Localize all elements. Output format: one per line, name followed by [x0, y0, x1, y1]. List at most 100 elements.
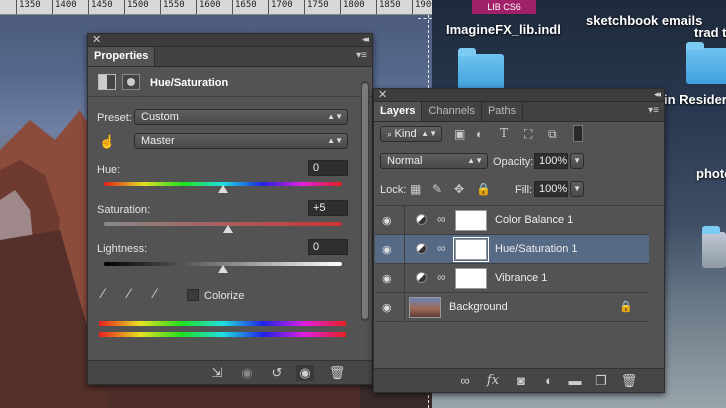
row-divider — [404, 206, 405, 235]
trash-icon[interactable]: 🗑 — [620, 373, 638, 389]
filter-toggle[interactable] — [573, 125, 583, 142]
ruler-tick: 1500 — [124, 0, 149, 14]
clip-to-layer-icon[interactable]: ⇲ — [208, 365, 226, 381]
opacity-field[interactable]: 100% — [534, 153, 568, 169]
eyedropper-icon[interactable]: ⁄ — [102, 285, 104, 301]
tab-paths[interactable]: Paths — [482, 102, 524, 121]
folder-icon[interactable] — [458, 48, 504, 90]
layer-name: Color Balance 1 — [495, 214, 574, 226]
new-adjustment-icon[interactable]: ◐ — [540, 373, 558, 388]
preset-dropdown[interactable]: Custom ▲▼ — [134, 109, 348, 125]
link-layers-icon[interactable]: ∞ — [456, 373, 474, 388]
desktop-item-label[interactable]: ImagineFX_lib.indl — [446, 22, 561, 37]
drive-icon[interactable] — [702, 226, 726, 268]
visibility-eye-icon[interactable]: ◉ — [382, 214, 392, 227]
visibility-eye-icon[interactable]: ◉ — [382, 272, 392, 285]
visibility-eye-icon[interactable]: ◉ — [382, 243, 392, 256]
filter-pixel-icon[interactable]: ▣ — [454, 127, 465, 141]
lock-icon: 🔒 — [619, 301, 633, 313]
layer-row[interactable]: ◉ ∞ Color Balance 1 — [375, 206, 649, 235]
layer-mask-thumbnail[interactable] — [453, 237, 489, 262]
adjustment-layer-icon — [416, 272, 427, 283]
targeted-adjustment-hand-icon[interactable]: ☝ — [99, 134, 115, 150]
opacity-chevron-icon[interactable]: ▼ — [570, 153, 584, 169]
new-layer-icon[interactable]: ❐ — [592, 373, 610, 389]
layer-row[interactable]: ◉ Background 🔒 — [375, 293, 649, 322]
lock-all-icon[interactable]: 🔒 — [476, 182, 491, 196]
filter-shape-icon[interactable]: ⛶ — [524, 127, 532, 142]
tab-layers[interactable]: Layers — [374, 102, 423, 121]
layers-panel: ✕ ◂◂ Layers Channels Paths ▾≡ ⌕ Kind ▲▼ ▣… — [373, 88, 665, 393]
layer-mask-thumbnail[interactable] — [455, 210, 487, 231]
fill-chevron-icon[interactable]: ▼ — [570, 181, 584, 197]
layers-list: ◉ ∞ Color Balance 1 ◉ ∞ Hue/Saturation 1… — [374, 205, 664, 355]
view-previous-state-icon[interactable]: ◉ — [238, 365, 256, 381]
tab-channels[interactable]: Channels — [422, 102, 482, 121]
visibility-eye-icon[interactable]: ◉ — [382, 301, 392, 314]
hue-slider-thumb[interactable] — [218, 185, 228, 193]
filter-smart-object-icon[interactable]: ⧉ — [548, 127, 557, 142]
blend-mode-dropdown[interactable]: Normal ▲▼ — [380, 153, 488, 169]
properties-titlebar[interactable]: ✕ ◂◂ — [88, 34, 372, 47]
fx-icon[interactable]: fx — [484, 373, 502, 388]
fill-label: Fill: — [515, 184, 533, 196]
layer-row[interactable]: ◉ ∞ Vibrance 1 — [375, 264, 649, 293]
saturation-field[interactable]: +5 — [308, 200, 348, 216]
lock-image-icon[interactable]: ✎ — [432, 182, 442, 196]
properties-panel: ✕ ◂◂ Properties ▾≡ Hue/Saturation Preset… — [87, 33, 373, 385]
ruler-tick: 1800 — [340, 0, 365, 14]
saturation-slider-thumb[interactable] — [222, 225, 233, 233]
preset-label: Preset: — [97, 112, 132, 124]
link-icon[interactable]: ∞ — [437, 270, 446, 284]
panel-menu-icon[interactable]: ▾≡ — [356, 50, 367, 61]
properties-tabrow: Properties ▾≡ — [88, 47, 372, 67]
lightness-label: Lightness: — [97, 243, 148, 255]
mask-icon[interactable] — [122, 74, 140, 90]
layer-thumbnail[interactable] — [409, 297, 441, 318]
scrollbar-thumb[interactable] — [362, 83, 368, 319]
filter-adjustment-icon[interactable]: ◐ — [476, 127, 483, 141]
opacity-label: Opacity: — [493, 156, 534, 168]
hue-field[interactable]: 0 — [308, 160, 348, 176]
panel-menu-icon[interactable]: ▾≡ — [648, 105, 659, 116]
folder-icon[interactable] — [686, 42, 726, 84]
ruler-tick: 1850 — [376, 0, 401, 14]
fill-field[interactable]: 100% — [534, 181, 568, 197]
adjustment-layer-icon — [98, 74, 116, 90]
link-icon[interactable]: ∞ — [437, 241, 446, 255]
filter-type-icon[interactable]: T — [500, 126, 508, 140]
chevron-updown-icon: ▲▼ — [327, 136, 343, 145]
lock-transparent-icon[interactable]: ▦ — [410, 182, 421, 196]
desktop-item-label[interactable]: in Resider — [664, 92, 726, 107]
lock-position-icon[interactable]: ✥ — [454, 182, 464, 196]
colorize-checkbox[interactable] — [187, 289, 199, 301]
collapse-icon[interactable]: ◂◂ — [362, 34, 369, 45]
trash-icon[interactable]: 🗑 — [328, 365, 346, 381]
colorize-label: Colorize — [204, 290, 245, 302]
desktop-item-label[interactable]: sketchbook emails — [586, 13, 702, 28]
lightness-slider-thumb[interactable] — [218, 265, 228, 273]
row-divider — [404, 264, 405, 293]
desktop-item-label[interactable]: photo — [696, 166, 726, 181]
eyedropper-plus-icon[interactable]: ⁄ — [128, 285, 130, 301]
visibility-eye-icon[interactable]: ◉ — [296, 365, 314, 381]
collapse-icon[interactable]: ◂◂ — [654, 89, 661, 100]
layers-titlebar[interactable]: ✕ ◂◂ — [374, 89, 664, 102]
add-mask-icon[interactable]: ◙ — [512, 373, 530, 388]
desktop-item-label[interactable]: trad t — [694, 25, 726, 40]
lightness-field[interactable]: 0 — [308, 239, 348, 255]
filter-kind-dropdown[interactable]: ⌕ Kind ▲▼ — [380, 126, 442, 142]
reset-icon[interactable]: ↺ — [268, 365, 286, 381]
channel-dropdown[interactable]: Master ▲▼ — [134, 133, 348, 149]
layer-mask-thumbnail[interactable] — [455, 268, 487, 289]
close-icon[interactable]: ✕ — [92, 33, 101, 46]
link-icon[interactable]: ∞ — [437, 212, 446, 226]
properties-scrollbar[interactable] — [361, 81, 369, 321]
layer-row-selected[interactable]: ◉ ∞ Hue/Saturation 1 — [375, 235, 649, 264]
close-icon[interactable]: ✕ — [378, 88, 387, 101]
tab-properties[interactable]: Properties — [88, 47, 156, 66]
new-group-icon[interactable]: ▬ — [566, 373, 584, 388]
eyedropper-minus-icon[interactable]: ⁄ — [154, 285, 156, 301]
ruler-tick: 1650 — [232, 0, 257, 14]
saturation-label: Saturation: — [97, 204, 151, 216]
